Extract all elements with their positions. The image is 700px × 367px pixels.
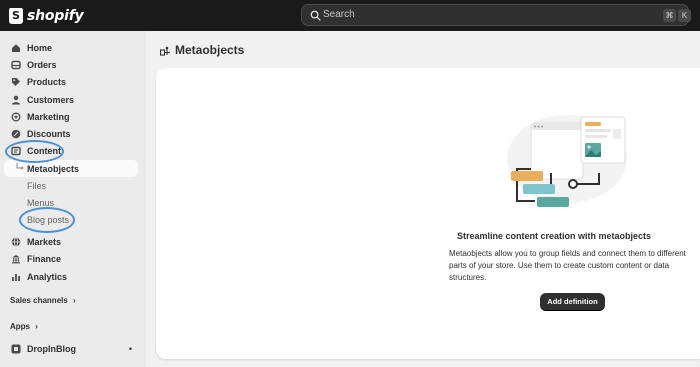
sidebar-item-label: Analytics (27, 271, 68, 282)
sidebar-item-label: DropInBlog (27, 343, 76, 354)
sidebar-item-label: Products (27, 76, 67, 87)
empty-state-description: Metaobjects allow you to group fields an… (449, 249, 686, 282)
search-placeholder: Search (323, 9, 355, 20)
apps-header[interactable]: Apps › (10, 322, 38, 331)
highlight-circle-blog-posts (19, 207, 75, 233)
empty-state-card: Streamline content creation with metaobj… (156, 68, 700, 359)
shopify-logo[interactable]: shopify (9, 6, 84, 26)
sidebar-item-label: Metaobjects (27, 163, 80, 174)
page-title-text: Metaobjects (175, 43, 245, 57)
chevron-right-icon: › (73, 296, 76, 305)
tag-icon (12, 77, 20, 86)
sidebar-item-analytics[interactable]: Analytics (4, 268, 138, 285)
sidebar-app-dropinblog[interactable]: DropInBlog • (4, 340, 138, 357)
search-icon (310, 10, 321, 21)
empty-state-title-row: Streamline content creation with metaobj… (156, 231, 700, 241)
arrow-subdirectory-icon (16, 163, 24, 170)
sidebar-subitem-files[interactable]: Files (27, 181, 46, 191)
sidebar-item-label: Markets (27, 236, 62, 247)
dropinblog-app-icon (11, 344, 21, 353)
person-icon (12, 95, 20, 104)
sales-channels-label: Sales channels (10, 296, 68, 305)
top-bar: shopify Search ⌘ K (0, 0, 700, 31)
shortcut-key-cmd: ⌘ (663, 9, 676, 22)
logo-text: shopify (27, 8, 84, 24)
metaobjects-illustration (507, 115, 627, 207)
apps-label: Apps (10, 322, 30, 331)
sidebar-item-discounts[interactable]: Discounts (4, 125, 138, 142)
highlight-circle-content (5, 140, 64, 163)
sidebar-item-products[interactable]: Products (4, 73, 138, 90)
sidebar-item-label: Home (27, 42, 53, 53)
sidebar-item-label: Finance (27, 253, 62, 264)
add-definition-button[interactable]: Add definition (540, 293, 605, 310)
sidebar-item-metaobjects[interactable]: Metaobjects (4, 160, 138, 177)
shopify-bag-icon (9, 8, 23, 24)
sales-channels-header[interactable]: Sales channels › (10, 296, 76, 305)
sidebar-item-marketing[interactable]: Marketing (4, 108, 138, 125)
sidebar-item-label: Marketing (27, 111, 70, 122)
target-icon (11, 112, 21, 121)
home-icon (12, 43, 20, 52)
orders-icon (11, 60, 21, 69)
sidebar-item-label: Discounts (27, 128, 71, 139)
sidebar-item-label: Customers (27, 94, 75, 105)
page-title: Metaobjects (160, 43, 244, 57)
bank-icon (12, 254, 20, 263)
sidebar-item-customers[interactable]: Customers (4, 91, 138, 108)
sidebar-item-orders[interactable]: Orders (4, 56, 138, 73)
search-bar[interactable]: Search ⌘ K (301, 4, 691, 26)
metaobjects-icon (160, 46, 170, 56)
sidebar-item-markets[interactable]: Markets (4, 233, 138, 250)
discount-icon (11, 129, 21, 138)
unread-dot: • (128, 343, 132, 354)
sidebar-item-finance[interactable]: Finance (4, 250, 138, 267)
sidebar-item-label: Orders (27, 59, 57, 70)
globe-icon (11, 236, 21, 247)
sidebar-item-home[interactable]: Home (4, 39, 138, 56)
bar-chart-icon (12, 273, 20, 281)
shortcut-key-k: K (678, 9, 691, 22)
chevron-right-icon: › (35, 322, 38, 331)
empty-state-title: Streamline content creation with metaobj… (456, 231, 652, 241)
